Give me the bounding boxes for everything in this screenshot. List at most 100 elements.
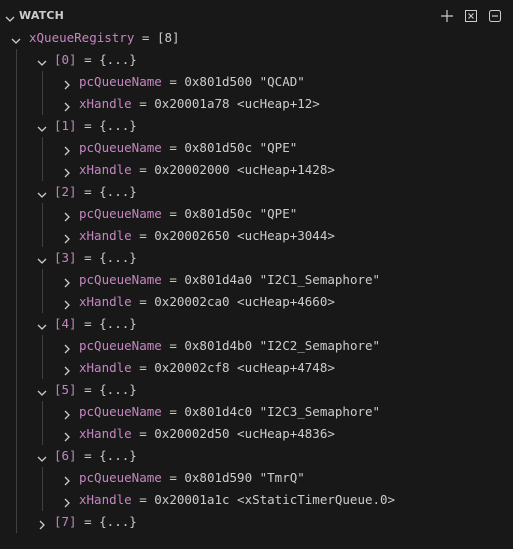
chevron-right-icon[interactable] — [61, 76, 73, 90]
row-text: pcQueueName = 0x801d50c "QPE" — [79, 137, 297, 159]
chevron-down-icon[interactable] — [36, 54, 48, 66]
tree-row-field[interactable]: xHandle = 0x20001a1c <xStaticTimerQueue.… — [0, 489, 513, 511]
variable-value: {...} — [99, 514, 137, 529]
variable-value: {...} — [99, 250, 137, 265]
equals-sign: = — [76, 316, 100, 331]
variable-value: 0x801d590 "TmrQ" — [184, 470, 305, 485]
row-text: xHandle = 0x20002cf8 <ucHeap+4748> — [79, 357, 335, 379]
variable-name: xHandle — [79, 228, 132, 243]
chevron-right-icon[interactable] — [61, 362, 73, 376]
tree-row-field[interactable]: pcQueueName = 0x801d4b0 "I2C2_Semaphore" — [0, 335, 513, 357]
row-text: xQueueRegistry = [8] — [29, 27, 180, 49]
chevron-down-icon[interactable] — [36, 318, 48, 330]
chevron-right-icon[interactable] — [61, 494, 73, 508]
array-index: [4] — [54, 316, 77, 331]
tree-row-root[interactable]: xQueueRegistry = [8] — [0, 27, 513, 49]
row-text: pcQueueName = 0x801d50c "QPE" — [79, 203, 297, 225]
row-text: pcQueueName = 0x801d4a0 "I2C1_Semaphore" — [79, 269, 380, 291]
equals-sign: = — [76, 184, 100, 199]
tree-row-field[interactable]: xHandle = 0x20001a78 <ucHeap+12> — [0, 93, 513, 115]
add-expression-icon[interactable] — [439, 8, 455, 24]
tree-row-entry[interactable]: [2] = {...} — [0, 181, 513, 203]
array-index: [2] — [54, 184, 77, 199]
chevron-down-icon[interactable] — [36, 252, 48, 264]
variable-value: {...} — [99, 316, 137, 331]
indent-guide — [16, 49, 17, 533]
variable-name: pcQueueName — [79, 140, 162, 155]
chevron-right-icon[interactable] — [61, 230, 73, 244]
variable-value: 0x20002ca0 <ucHeap+4660> — [154, 294, 335, 309]
row-text: [0] = {...} — [54, 49, 137, 71]
variable-name: pcQueueName — [79, 74, 162, 89]
chevron-right-icon[interactable] — [36, 516, 48, 530]
variable-value: 0x801d4a0 "I2C1_Semaphore" — [184, 272, 381, 287]
variable-value: {...} — [99, 118, 137, 133]
chevron-right-icon[interactable] — [61, 406, 73, 420]
variable-value: 0x801d4b0 "I2C2_Semaphore" — [184, 338, 381, 353]
tree-row-field[interactable]: pcQueueName = 0x801d4a0 "I2C1_Semaphore" — [0, 269, 513, 291]
tree-row-field[interactable]: xHandle = 0x20002ca0 <ucHeap+4660> — [0, 291, 513, 313]
chevron-down-icon[interactable] — [36, 450, 48, 462]
row-text: [5] = {...} — [54, 379, 137, 401]
chevron-right-icon[interactable] — [61, 472, 73, 486]
tree-row-field[interactable]: xHandle = 0x20002650 <ucHeap+3044> — [0, 225, 513, 247]
equals-sign: = — [76, 448, 100, 463]
chevron-right-icon[interactable] — [61, 274, 73, 288]
chevron-down-icon[interactable] — [36, 186, 48, 198]
remove-all-expressions-icon[interactable] — [487, 8, 503, 24]
chevron-right-icon[interactable] — [61, 164, 73, 178]
variable-name: pcQueueName — [79, 338, 162, 353]
tree-row-entry[interactable]: [7] = {...} — [0, 511, 513, 533]
variable-value: 0x20002000 <ucHeap+1428> — [154, 162, 335, 177]
tree-row-field[interactable]: xHandle = 0x20002d50 <ucHeap+4836> — [0, 423, 513, 445]
row-text: [4] = {...} — [54, 313, 137, 335]
chevron-right-icon[interactable] — [61, 296, 73, 310]
tree-row-field[interactable]: pcQueueName = 0x801d50c "QPE" — [0, 203, 513, 225]
chevron-right-icon[interactable] — [61, 98, 73, 112]
indent-guide — [42, 269, 43, 313]
array-index: [1] — [54, 118, 77, 133]
tree-row-field[interactable]: xHandle = 0x20002cf8 <ucHeap+4748> — [0, 357, 513, 379]
chevron-right-icon[interactable] — [61, 142, 73, 156]
row-text: pcQueueName = 0x801d590 "TmrQ" — [79, 467, 305, 489]
tree-row-field[interactable]: pcQueueName = 0x801d50c "QPE" — [0, 137, 513, 159]
row-text: xHandle = 0x20001a1c <xStaticTimerQueue.… — [79, 489, 395, 511]
indent-guide — [42, 401, 43, 445]
variable-value: 0x20002cf8 <ucHeap+4748> — [154, 360, 335, 375]
equals-sign: = — [161, 272, 185, 287]
equals-sign: = — [161, 74, 185, 89]
variable-name: xHandle — [79, 492, 132, 507]
tree-row-entry[interactable]: [6] = {...} — [0, 445, 513, 467]
equals-sign: = — [131, 360, 155, 375]
chevron-right-icon[interactable] — [61, 208, 73, 222]
tree-row-entry[interactable]: [4] = {...} — [0, 313, 513, 335]
tree-row-field[interactable]: pcQueueName = 0x801d4c0 "I2C3_Semaphore" — [0, 401, 513, 423]
chevron-down-icon[interactable] — [36, 120, 48, 132]
variable-name: xHandle — [79, 426, 132, 441]
indent-guide — [42, 467, 43, 511]
tree-row-entry[interactable]: [0] = {...} — [0, 49, 513, 71]
chevron-right-icon[interactable] — [61, 340, 73, 354]
tree-row-entry[interactable]: [3] = {...} — [0, 247, 513, 269]
tree-row-entry[interactable]: [1] = {...} — [0, 115, 513, 137]
collapse-all-icon[interactable] — [463, 8, 479, 24]
row-text: xHandle = 0x20002650 <ucHeap+3044> — [79, 225, 335, 247]
array-index: [6] — [54, 448, 77, 463]
tree-row-field[interactable]: pcQueueName = 0x801d590 "TmrQ" — [0, 467, 513, 489]
variable-value: 0x801d50c "QPE" — [184, 140, 298, 155]
variable-name: pcQueueName — [79, 404, 162, 419]
row-text: xHandle = 0x20002d50 <ucHeap+4836> — [79, 423, 335, 445]
tree-row-field[interactable]: xHandle = 0x20002000 <ucHeap+1428> — [0, 159, 513, 181]
row-text: xHandle = 0x20002000 <ucHeap+1428> — [79, 159, 335, 181]
chevron-down-icon[interactable] — [36, 384, 48, 396]
chevron-right-icon[interactable] — [61, 428, 73, 442]
tree-row-field[interactable]: pcQueueName = 0x801d500 "QCAD" — [0, 71, 513, 93]
variable-value: {...} — [99, 184, 137, 199]
chevron-down-icon[interactable] — [10, 32, 22, 44]
equals-sign: = — [76, 514, 100, 529]
row-text: pcQueueName = 0x801d500 "QCAD" — [79, 71, 305, 93]
tree-row-entry[interactable]: [5] = {...} — [0, 379, 513, 401]
equals-sign: = — [131, 426, 155, 441]
array-index: [5] — [54, 382, 77, 397]
row-text: pcQueueName = 0x801d4c0 "I2C3_Semaphore" — [79, 401, 380, 423]
